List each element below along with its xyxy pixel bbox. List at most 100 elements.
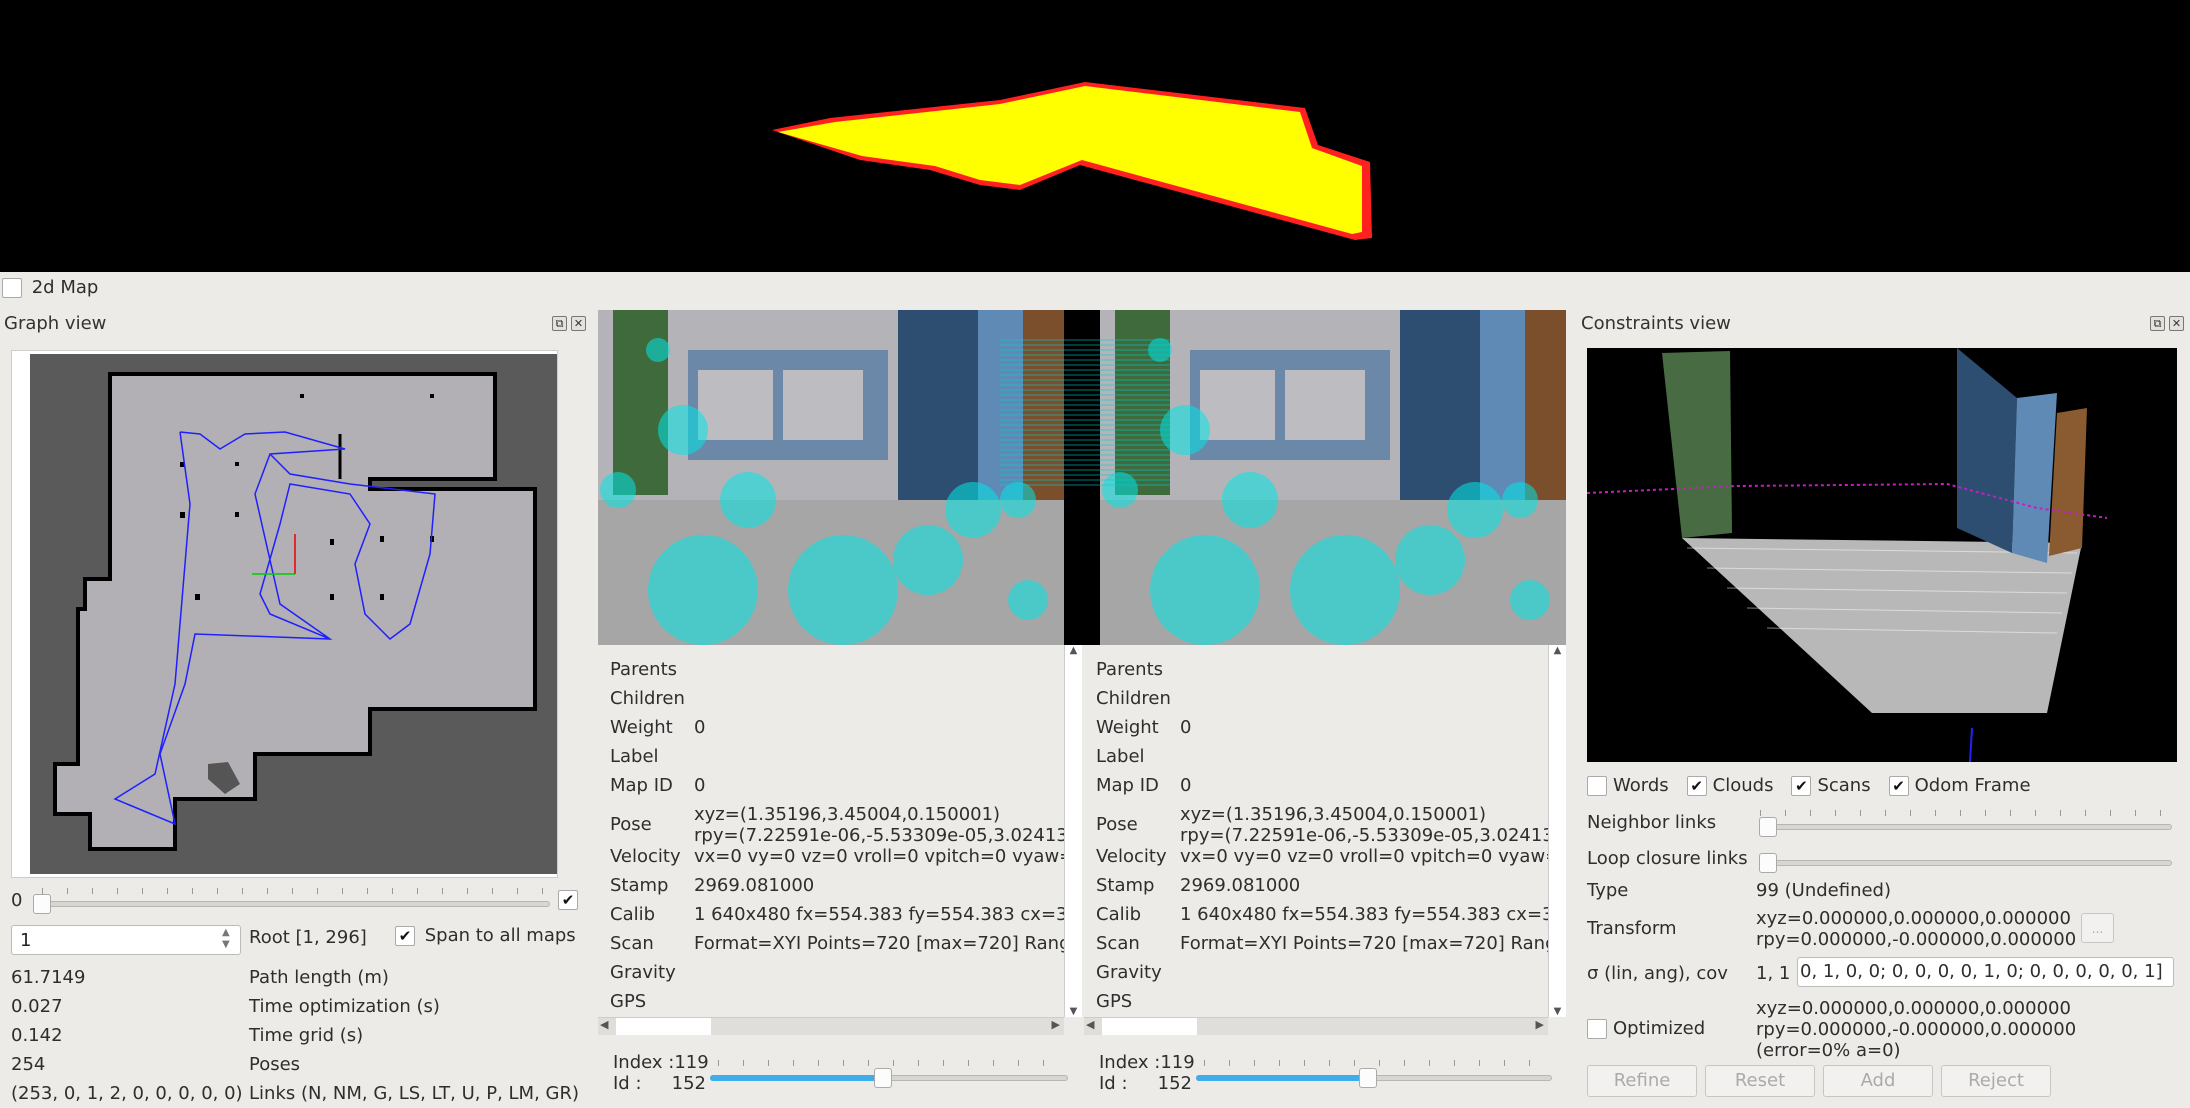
graph-canvas[interactable] [11,350,558,878]
refine-button[interactable]: Refine [1587,1065,1697,1097]
neighbor-links-handle[interactable] [1759,817,1777,837]
field-value-line: Format=XYI Points=720 [max=720] Rang [1180,933,1557,954]
field-value-line: 0 [694,717,706,738]
covariance-field[interactable]: 0, 1, 0, 0; 0, 0, 0, 0, 1, 0; 0, 0, 0, 0… [1797,957,2174,987]
field-value: 0 [694,717,705,738]
field-label: Calib [610,904,656,925]
vertical-scrollbar[interactable]: ▲ ▼ [1064,645,1082,1017]
checkbox-odom-frame[interactable]: ✔ Odom Frame [1888,775,2031,796]
2d-map-label: 2d Map [31,277,99,298]
checkbox-label: Words [1613,775,1669,796]
2d-map-checkbox[interactable] [2,278,22,298]
feature-point [1447,482,1503,538]
spin-arrows-icon[interactable]: ▲ ▼ [222,927,230,951]
checkbox-box[interactable]: ✔ [1686,776,1707,796]
graph-view-title: Graph view [4,313,107,334]
slider-checkbox[interactable]: ✔ [558,890,578,910]
stat-label: Time optimization (s) [249,996,440,1017]
root-spinbox[interactable] [11,925,241,955]
optimized-checkbox[interactable] [1587,1019,1607,1039]
sigma-label: σ (lin, ang), cov [1587,963,1728,984]
node-slider-fill [1196,1075,1364,1081]
id-value: 152 [671,1073,706,1094]
field-value-line: rpy=(7.22591e-06,-5.53309e-05,3.02413 [1180,825,1554,846]
field-value: xyz=(1.35196,3.45004,0.150001) rpy=(7.225… [1180,804,1554,846]
field-label: Label [1096,746,1145,767]
checkbox-box[interactable] [1587,776,1607,796]
loop-closure-slider[interactable] [1760,860,2172,866]
horizontal-scrollbar[interactable]: ◀ ▶ [598,1017,1064,1035]
close-icon[interactable]: ✕ [571,316,586,331]
field-label: Stamp [610,875,669,896]
field-label: Weight [610,717,673,738]
loop-closure-links-label: Loop closure links [1587,848,1748,869]
span-label: Span to all maps [424,925,576,946]
2d-map-toggle[interactable]: 2d Map [2,277,98,298]
field-label: Scan [610,933,654,954]
field-value-line: xyz=(1.35196,3.45004,0.150001) [694,804,1001,825]
feature-point [648,535,758,645]
sigma-value: 1, 1 [1756,963,1791,984]
slider-ticks [1760,810,2170,816]
field-label: Parents [1096,659,1163,680]
index-label: Index :119 [613,1052,709,1073]
node-info-panel: Parents Children Weight 0 Label Map ID 0 Pose xy… [598,645,1082,1035]
transform-more-button[interactable]: ... [2081,913,2114,943]
checkbox-clouds[interactable]: ✔ Clouds [1686,775,1773,796]
feature-point [1150,535,1260,645]
span-checkbox[interactable]: ✔ [395,926,415,946]
span-all-maps-toggle[interactable]: ✔ Span to all maps [395,925,576,946]
feature-point [1395,525,1465,595]
field-label: GPS [1096,991,1133,1012]
field-label: Gravity [1096,962,1162,983]
transform-rpy: rpy=0.000000,-0.000000,0.000000 [1756,929,2077,950]
node-info-panel: Parents Children Weight 0 Label Map ID 0 Pose xy… [1084,645,1566,1035]
feature-point [788,535,898,645]
map-3d-view[interactable] [0,0,2190,272]
checkbox-words[interactable]: Words [1587,775,1669,796]
field-value-line: Format=XYI Points=720 [max=720] Rang [694,933,1071,954]
neighbor-links-slider[interactable] [1760,824,2172,830]
feature-point [1008,580,1048,620]
node-slider-handle[interactable] [874,1068,893,1088]
close-icon[interactable]: ✕ [2169,316,2184,331]
index-label: Index :119 [1099,1052,1195,1073]
checkbox-box[interactable]: ✔ [1888,776,1909,796]
node-slider-fill [710,1075,879,1081]
map-slider-handle[interactable] [33,894,51,914]
optimized-value: xyz=0.000000,0.000000,0.000000 rpy=0.0000… [1756,998,2076,1061]
stat-label: Time grid (s) [249,1025,364,1046]
feature-point [945,482,1001,538]
field-label: Velocity [1096,846,1167,867]
node-slider-handle[interactable] [1359,1068,1378,1088]
root-label: Root [1, 296] [249,927,367,948]
feature-point [1148,338,1172,362]
reset-button[interactable]: Reset [1705,1065,1815,1097]
checkbox-box[interactable]: ✔ [1791,776,1812,796]
map-slider[interactable] [34,901,550,907]
float-icon[interactable]: ⧉ [552,316,567,331]
camera-image[interactable] [1100,310,1566,645]
feature-point [1502,482,1538,518]
feature-point [1510,580,1550,620]
field-label: Velocity [610,846,681,867]
field-value: 0 [1180,717,1191,738]
slider-ticks [42,888,552,894]
camera-image[interactable] [598,310,1064,645]
loop-closure-handle[interactable] [1759,853,1777,873]
optimized-error: (error=0% a=0) [1756,1040,1901,1061]
field-value-line: 0 [694,775,706,796]
vertical-scrollbar[interactable]: ▲ ▼ [1548,645,1566,1017]
float-icon[interactable]: ⧉ [2150,316,2165,331]
feature-point [720,472,776,528]
type-label: Type [1587,880,1629,901]
constraints-3d-view[interactable] [1587,348,2177,762]
checkbox-scans[interactable]: ✔ Scans [1791,775,1871,796]
horizontal-scrollbar[interactable]: ◀ ▶ [1084,1017,1548,1035]
field-label: Children [610,688,685,709]
reject-button[interactable]: Reject [1941,1065,2051,1097]
field-label: Children [1096,688,1171,709]
add-button[interactable]: Add [1823,1065,1933,1097]
field-label: Map ID [610,775,673,796]
optimized-toggle[interactable]: Optimized [1587,1018,1705,1039]
